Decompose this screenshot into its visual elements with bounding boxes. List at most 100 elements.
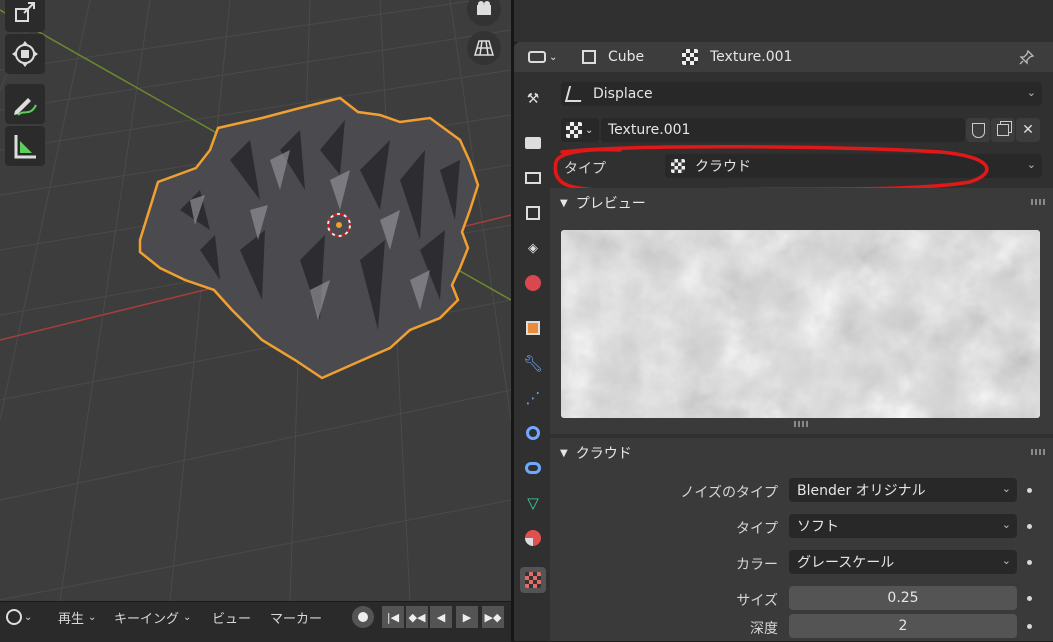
color-label: カラー xyxy=(736,557,778,573)
output-icon xyxy=(525,172,541,184)
noise-type-label: ノイズのタイプ xyxy=(680,485,778,501)
texture-breadcrumb[interactable]: Texture.001 xyxy=(682,42,792,72)
properties-panel: Displace ⌄ ⌄ Texture.001 ✕ タイプ クラウド ⌄ ▼ … xyxy=(550,72,1053,641)
drag-handle-icon[interactable] xyxy=(1031,199,1045,205)
displace-icon xyxy=(564,86,586,102)
prev-keyframe-button[interactable]: ◆◀ xyxy=(406,606,428,628)
editor-type-button[interactable]: ⌄ xyxy=(6,606,32,628)
view-menu[interactable]: ビュー xyxy=(212,606,251,628)
clock-icon xyxy=(6,609,22,625)
tab-modifiers[interactable]: 🔧︎ xyxy=(520,350,546,376)
collapse-icon: ▼ xyxy=(560,197,568,209)
3d-viewport[interactable] xyxy=(0,0,511,601)
tab-physics[interactable] xyxy=(520,420,546,446)
tool-icon: ⚒ xyxy=(526,91,540,107)
tab-material[interactable] xyxy=(520,525,546,551)
keyframe-dot[interactable] xyxy=(1027,488,1032,493)
tab-tool[interactable]: ⚒ xyxy=(520,86,546,112)
tab-data[interactable]: ▽ xyxy=(520,490,546,516)
wrench-icon: 🔧︎ xyxy=(522,353,544,373)
unlink-button[interactable]: ✕ xyxy=(1016,118,1040,142)
close-icon: ✕ xyxy=(1022,122,1034,138)
texture-browse-button[interactable]: ⌄ xyxy=(561,118,599,142)
camera-icon xyxy=(477,1,491,15)
texture-icon xyxy=(682,49,698,65)
keyframe-dot[interactable] xyxy=(1027,560,1032,565)
next-keyframe-button[interactable]: ▶◆ xyxy=(482,606,504,628)
duplicate-icon xyxy=(997,124,1009,136)
jump-start-icon: |◀ xyxy=(386,610,400,624)
tab-constraints[interactable] xyxy=(520,455,546,481)
keyframe-dot[interactable] xyxy=(1027,596,1032,601)
keying-menu[interactable]: キーイング ⌄ xyxy=(114,606,191,628)
marker-menu[interactable]: マーカー xyxy=(270,606,322,628)
scale-tool-button[interactable] xyxy=(5,0,45,32)
view-layer-icon xyxy=(526,206,540,220)
transform-tool-button[interactable] xyxy=(5,34,45,74)
size-label: サイズ xyxy=(736,593,778,609)
noise-type-dropdown[interactable]: Blender オリジナル ⌄ xyxy=(789,478,1017,502)
depth-label: 深度 xyxy=(750,621,778,637)
tab-render[interactable] xyxy=(520,130,546,156)
object-icon xyxy=(526,321,540,335)
keyframe-dot[interactable] xyxy=(1027,624,1032,629)
color-dropdown[interactable]: グレースケール ⌄ xyxy=(789,550,1017,574)
prev-keyframe-icon: ◆◀ xyxy=(408,610,426,624)
drag-handle-icon[interactable] xyxy=(1031,449,1045,455)
cloud-type-dropdown[interactable]: ソフト ⌄ xyxy=(789,514,1017,538)
keyframe-dot[interactable] xyxy=(1027,524,1032,529)
clouds-panel-header[interactable]: ▼ クラウド xyxy=(550,438,1053,468)
texture-name: Texture.001 xyxy=(710,49,793,65)
editor-type-dropdown[interactable]: ⌄ xyxy=(528,42,557,72)
collapse-icon: ▼ xyxy=(560,447,568,459)
fake-user-button[interactable] xyxy=(966,118,990,142)
properties-editor-icon xyxy=(528,51,546,63)
timeline-header: ⌄ 再生 ⌄ キーイング ⌄ ビュー マーカー |◀ ◆◀ ◀ ▶ ▶◆ xyxy=(0,601,511,642)
next-keyframe-icon: ▶◆ xyxy=(484,610,502,624)
grid-perspective-icon xyxy=(474,40,494,56)
pin-button[interactable] xyxy=(1019,42,1035,72)
orthographic-toggle-button[interactable] xyxy=(467,31,501,65)
ruler-icon xyxy=(14,135,36,159)
object-icon xyxy=(582,50,596,64)
size-field[interactable]: 0.25 xyxy=(789,586,1017,610)
record-button[interactable] xyxy=(352,606,374,628)
preview-resize-handle[interactable] xyxy=(794,421,808,427)
shield-icon xyxy=(971,122,985,138)
texture-name-field[interactable]: Texture.001 xyxy=(601,118,965,142)
scale-icon xyxy=(15,2,35,22)
play-reverse-button[interactable]: ◀ xyxy=(430,606,452,628)
tab-scene[interactable]: ◈ xyxy=(520,235,546,261)
constraints-icon xyxy=(525,462,541,474)
tab-world[interactable] xyxy=(520,270,546,296)
cloud-type-label: タイプ xyxy=(736,521,778,537)
play-button[interactable]: ▶ xyxy=(456,606,478,628)
annotate-tool-button[interactable] xyxy=(5,84,45,124)
render-icon xyxy=(525,137,541,149)
mesh-data-icon: ▽ xyxy=(527,494,539,512)
tab-object[interactable] xyxy=(520,315,546,341)
selected-mesh xyxy=(138,96,480,380)
playback-menu[interactable]: 再生 ⌄ xyxy=(58,606,96,628)
tab-output[interactable] xyxy=(520,165,546,191)
tab-view-layer[interactable] xyxy=(520,200,546,226)
texture-tab-icon xyxy=(525,572,541,588)
depth-field[interactable]: 2 xyxy=(789,614,1017,638)
object-breadcrumb[interactable]: Cube xyxy=(582,42,644,72)
play-icon: ▶ xyxy=(462,610,472,624)
texture-preview-image xyxy=(561,230,1040,418)
properties-top-area xyxy=(514,0,1053,42)
record-icon xyxy=(358,612,368,622)
play-reverse-icon: ◀ xyxy=(436,610,446,624)
properties-tabs: ⚒ ◈ 🔧︎ ⋰ ▽ xyxy=(514,72,550,641)
duplicate-button[interactable] xyxy=(991,118,1015,142)
object-name: Cube xyxy=(608,49,645,65)
jump-start-button[interactable]: |◀ xyxy=(382,606,404,628)
modifier-dropdown[interactable]: Displace ⌄ xyxy=(561,82,1042,106)
preview-panel-header[interactable]: ▼ プレビュー xyxy=(550,188,1053,218)
tab-particles[interactable]: ⋰ xyxy=(520,385,546,411)
texture-browse-icon xyxy=(566,122,582,138)
measure-tool-button[interactable] xyxy=(5,126,45,166)
tab-texture[interactable] xyxy=(520,567,546,593)
transform-icon xyxy=(12,41,38,67)
